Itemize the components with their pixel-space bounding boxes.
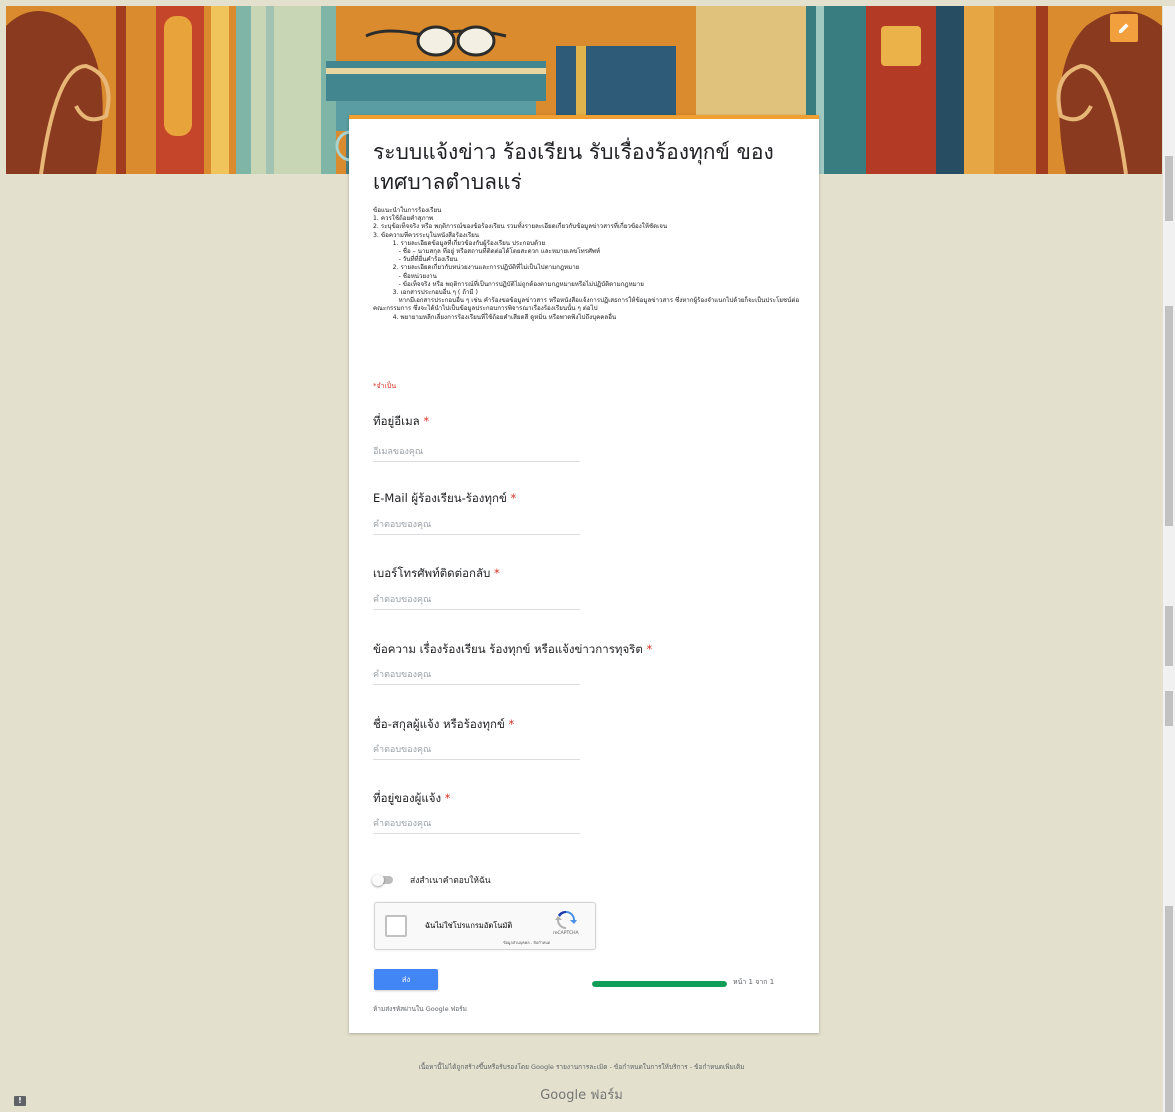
recaptcha-widget: ฉันไม่ใช่โปรแกรมอัตโนมัติ reCAPTCHA ข้อม…: [374, 902, 596, 950]
pencil-icon: [1118, 19, 1130, 38]
form-description: ข้อแนะนำในการร้องเรียน 1. ควรใช้ถ้อยคำสุ…: [373, 207, 800, 321]
page-indicator: หน้า 1 จาก 1: [733, 978, 775, 986]
question-label-name: ชื่อ-สกุลผู้แจ้ง หรือร้องทุกข์ *: [373, 717, 515, 731]
message-input[interactable]: [373, 668, 580, 685]
recaptcha-logo-icon: [555, 910, 577, 933]
question-label-message: ข้อความ เรื่องร้องเรียน ร้องทุกข์ หรือแจ…: [373, 642, 653, 656]
scroll-thumb[interactable]: [1165, 906, 1173, 1112]
question-label-complainant-email: E-Mail ผู้ร้องเรียน-ร้องทุกข์ *: [373, 491, 517, 505]
complainant-email-input[interactable]: [373, 518, 580, 535]
recaptcha-brand: reCAPTCHA: [553, 931, 579, 936]
scroll-marker: [1165, 606, 1173, 666]
scroll-marker: [1165, 306, 1173, 526]
form-title: ระบบแจ้งข่าว ร้องเรียน รับเรื่องร้องทุกข…: [373, 140, 774, 194]
email-input[interactable]: [373, 445, 580, 462]
scroll-marker: [1165, 691, 1173, 726]
report-icon[interactable]: !: [14, 1096, 26, 1106]
phone-input[interactable]: [373, 593, 580, 610]
recaptcha-checkbox[interactable]: [385, 915, 407, 937]
send-copy-toggle[interactable]: [372, 874, 393, 886]
progress-fill: [592, 981, 727, 987]
question-label-phone: เบอร์โทรศัพท์ติดต่อกลับ *: [373, 566, 500, 580]
required-note: *จำเป็น: [373, 382, 397, 390]
question-label-address: ที่อยู่ของผู้แจ้ง *: [373, 791, 451, 805]
submit-button[interactable]: ส่ง: [374, 969, 438, 990]
no-password-note: ห้ามส่งรหัสผ่านใน Google ฟอร์ม: [373, 1005, 467, 1013]
recaptcha-links[interactable]: ข้อมูลส่วนบุคคล - ข้อกำหนด: [503, 940, 550, 946]
send-copy-label: ส่งสำเนาคำตอบให้ฉัน: [410, 876, 491, 886]
form-card: ระบบแจ้งข่าว ร้องเรียน รับเรื่องร้องทุกข…: [349, 115, 819, 1033]
toggle-knob: [372, 874, 384, 886]
recaptcha-label: ฉันไม่ใช่โปรแกรมอัตโนมัติ: [425, 921, 513, 930]
edit-theme-button[interactable]: [1110, 14, 1138, 42]
scroll-marker: [1165, 156, 1173, 221]
footer-disclaimer[interactable]: เนื้อหานี้ไม่ได้ถูกสร้างขึ้นหรือรับรองโด…: [0, 1062, 1163, 1072]
question-label-email: ที่อยู่อีเมล *: [373, 414, 430, 428]
google-forms-logo[interactable]: Google ฟอร์ม: [0, 1084, 1163, 1105]
name-input[interactable]: [373, 743, 580, 760]
address-input[interactable]: [373, 817, 580, 834]
card-accent-bar: [349, 115, 819, 119]
progress-bar: [592, 981, 727, 987]
page-scrollbar[interactable]: [1163, 6, 1175, 1112]
